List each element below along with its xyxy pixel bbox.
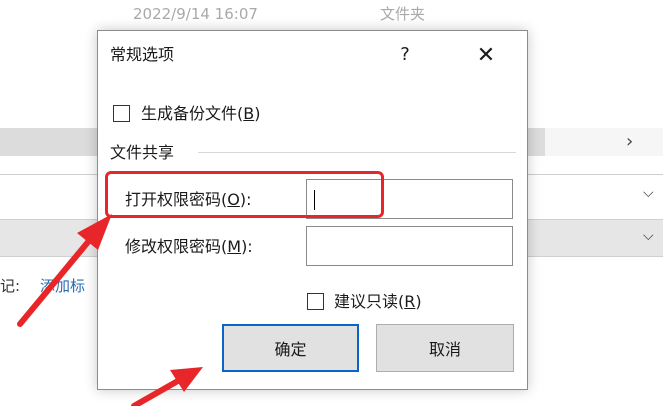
modify-password-label: 修改权限密码(M):: [125, 236, 253, 258]
chevron-right-icon[interactable]: ›: [626, 131, 633, 153]
readonly-label-text: 建议只读(: [334, 292, 405, 311]
background-date-text: 2022/9/14 16:07: [133, 5, 258, 23]
backup-label-text: 生成备份文件(: [141, 104, 244, 123]
backup-checkbox[interactable]: [113, 105, 130, 122]
modify-label-suffix: ):: [241, 237, 253, 256]
chevron-down-icon[interactable]: ⌵: [643, 228, 654, 244]
readonly-checkbox-label[interactable]: 建议只读(R): [334, 291, 422, 313]
general-options-dialog: 常规选项 ? ✕ 生成备份文件(B) 文件共享 打开权限密码(O): 修改权限密…: [97, 30, 528, 390]
section-divider: [198, 152, 516, 153]
ok-button[interactable]: 确定: [222, 324, 359, 372]
backup-label-suffix: ): [254, 104, 261, 123]
help-icon[interactable]: ?: [394, 43, 416, 67]
cancel-button[interactable]: 取消: [376, 324, 514, 372]
background-header-row: 2022/9/14 16:07 文件夹: [0, 0, 663, 30]
background-add-tag-link[interactable]: 添加标: [40, 276, 85, 296]
readonly-label-accel: R: [404, 292, 416, 311]
background-tag-label: 记:: [0, 277, 21, 295]
modify-label-accel: M: [227, 237, 242, 256]
file-sharing-section-title: 文件共享: [110, 143, 175, 162]
background-type-text: 文件夹: [380, 5, 426, 23]
chevron-down-icon[interactable]: ⌵: [643, 185, 654, 201]
backup-label-accel: B: [243, 104, 255, 123]
readonly-label-suffix: ): [415, 292, 422, 311]
modify-password-field[interactable]: [306, 226, 513, 266]
background-scroll-band-right: [545, 128, 663, 156]
backup-checkbox-label[interactable]: 生成备份文件(B): [141, 103, 260, 125]
readonly-recommended-checkbox[interactable]: [307, 293, 324, 310]
close-icon[interactable]: ✕: [473, 43, 499, 69]
annotation-highlight-box: [105, 171, 384, 218]
dialog-title: 常规选项: [110, 45, 175, 64]
modify-label-text: 修改权限密码(: [125, 237, 228, 256]
